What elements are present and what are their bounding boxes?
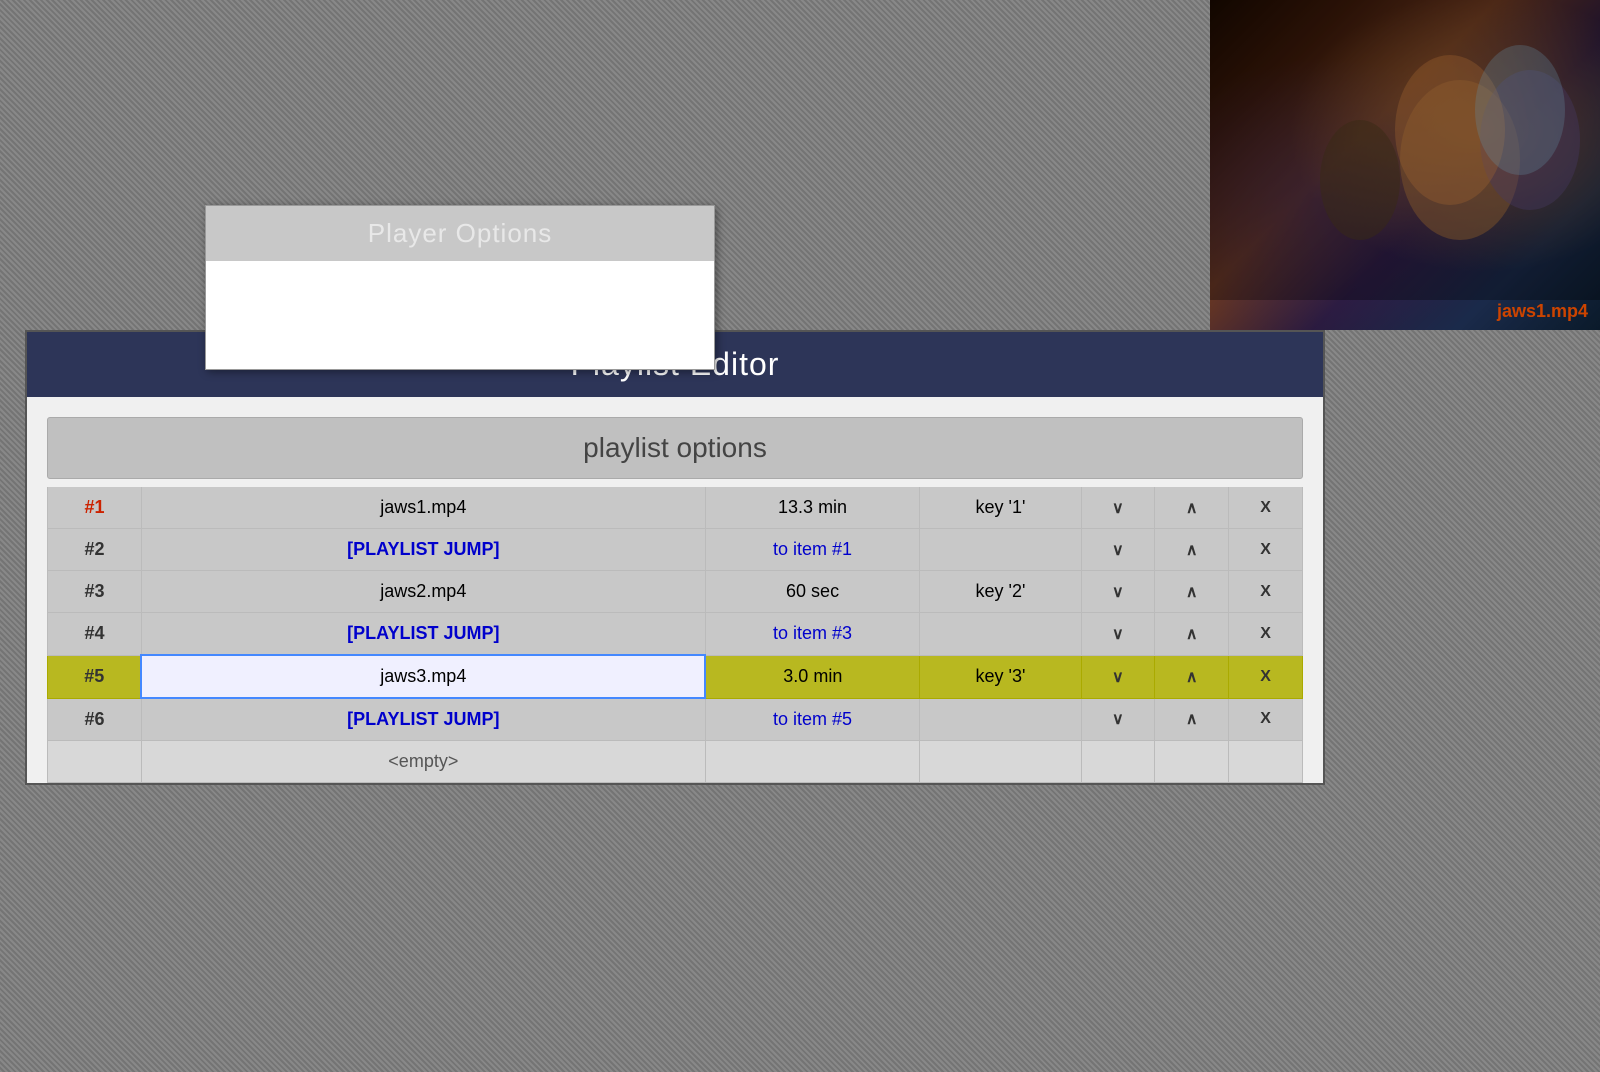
remove-button[interactable]: X bbox=[1229, 571, 1303, 613]
remove-button[interactable]: X bbox=[1229, 487, 1303, 529]
key-cell: key '1' bbox=[920, 487, 1081, 529]
playlist-table: #1 jaws1.mp4 13.3 min key '1' ∨ ∧ X #2 [… bbox=[47, 487, 1303, 783]
row-number: #6 bbox=[48, 698, 142, 741]
duration-cell: to item #3 bbox=[705, 613, 920, 656]
table-row: #3 jaws2.mp4 60 sec key '2' ∨ ∧ X bbox=[48, 571, 1303, 613]
row-number: #3 bbox=[48, 571, 142, 613]
key-cell bbox=[920, 698, 1081, 741]
filename-cell[interactable]: jaws2.mp4 bbox=[141, 571, 705, 613]
move-down-button[interactable]: ∨ bbox=[1081, 655, 1155, 698]
move-up-button[interactable]: ∧ bbox=[1155, 698, 1229, 741]
duration-cell: 60 sec bbox=[705, 571, 920, 613]
move-up-button[interactable]: ∧ bbox=[1155, 613, 1229, 656]
key-cell bbox=[920, 529, 1081, 571]
move-down-button[interactable]: ∨ bbox=[1081, 529, 1155, 571]
player-options-dialog: Player Options bbox=[205, 205, 715, 370]
playlist-editor-body: playlist options #1 jaws1.mp4 13.3 min k… bbox=[27, 397, 1323, 783]
move-up-button[interactable]: ∧ bbox=[1155, 655, 1229, 698]
filename-cell[interactable]: jaws3.mp4 bbox=[141, 655, 705, 698]
empty-btn3 bbox=[1229, 741, 1303, 783]
duration-cell: 13.3 min bbox=[705, 487, 920, 529]
player-options-title: Player Options bbox=[368, 218, 553, 248]
duration-cell: to item #1 bbox=[705, 529, 920, 571]
empty-duration bbox=[705, 741, 920, 783]
empty-row-num bbox=[48, 741, 142, 783]
move-up-button[interactable]: ∧ bbox=[1155, 571, 1229, 613]
empty-btn2 bbox=[1155, 741, 1229, 783]
move-up-button[interactable]: ∧ bbox=[1155, 529, 1229, 571]
empty-filename-cell: <empty> bbox=[141, 741, 705, 783]
player-options-title-bar: Player Options bbox=[206, 206, 714, 261]
filename-cell[interactable]: [PLAYLIST JUMP] bbox=[141, 529, 705, 571]
filename-cell[interactable]: jaws1.mp4 bbox=[141, 487, 705, 529]
table-row-empty: <empty> bbox=[48, 741, 1303, 783]
filename-cell[interactable]: [PLAYLIST JUMP] bbox=[141, 698, 705, 741]
key-cell: key '2' bbox=[920, 571, 1081, 613]
video-thumbnail: jaws1.mp4 bbox=[1210, 0, 1600, 330]
table-row: #4 [PLAYLIST JUMP] to item #3 ∨ ∧ X bbox=[48, 613, 1303, 656]
remove-button[interactable]: X bbox=[1229, 655, 1303, 698]
row-number: #4 bbox=[48, 613, 142, 656]
table-row: #1 jaws1.mp4 13.3 min key '1' ∨ ∧ X bbox=[48, 487, 1303, 529]
playlist-options-bar: playlist options bbox=[47, 417, 1303, 479]
empty-btn1 bbox=[1081, 741, 1155, 783]
playlist-editor: Playlist Editor playlist options #1 jaws… bbox=[25, 330, 1325, 785]
video-filename: jaws1.mp4 bbox=[1210, 301, 1600, 322]
duration-cell: to item #5 bbox=[705, 698, 920, 741]
row-number: #5 bbox=[48, 655, 142, 698]
remove-button[interactable]: X bbox=[1229, 613, 1303, 656]
row-number: #1 bbox=[48, 487, 142, 529]
row-number: #2 bbox=[48, 529, 142, 571]
move-up-button[interactable]: ∧ bbox=[1155, 487, 1229, 529]
empty-key bbox=[920, 741, 1081, 783]
move-down-button[interactable]: ∨ bbox=[1081, 487, 1155, 529]
remove-button[interactable]: X bbox=[1229, 529, 1303, 571]
move-down-button[interactable]: ∨ bbox=[1081, 698, 1155, 741]
video-content bbox=[1210, 0, 1600, 300]
key-cell: key '3' bbox=[920, 655, 1081, 698]
table-row: #2 [PLAYLIST JUMP] to item #1 ∨ ∧ X bbox=[48, 529, 1303, 571]
key-cell bbox=[920, 613, 1081, 656]
table-row-selected: #5 jaws3.mp4 3.0 min key '3' ∨ ∧ X bbox=[48, 655, 1303, 698]
move-down-button[interactable]: ∨ bbox=[1081, 613, 1155, 656]
table-row: #6 [PLAYLIST JUMP] to item #5 ∨ ∧ X bbox=[48, 698, 1303, 741]
filename-cell[interactable]: [PLAYLIST JUMP] bbox=[141, 613, 705, 656]
remove-button[interactable]: X bbox=[1229, 698, 1303, 741]
duration-cell: 3.0 min bbox=[705, 655, 920, 698]
move-down-button[interactable]: ∨ bbox=[1081, 571, 1155, 613]
playlist-options-label: playlist options bbox=[583, 432, 767, 463]
player-options-body bbox=[206, 261, 714, 369]
